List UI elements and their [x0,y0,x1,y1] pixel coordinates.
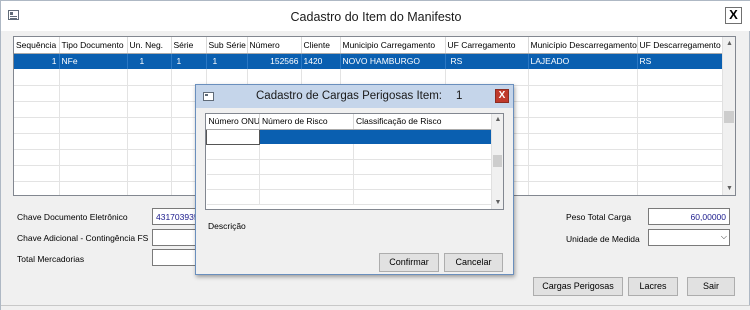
window-titlebar[interactable]: Cadastro do Item do Manifesto X [1,1,750,31]
table-row[interactable] [206,189,493,205]
scroll-up-arrow-icon[interactable]: ▲ [723,37,735,50]
dialog-item-number: 1 [456,90,463,102]
peso-total-label: Peso Total Carga [566,212,632,222]
column-header-sub-serie[interactable]: Sub Série [206,37,248,54]
column-header-uf-descarregamento[interactable]: UF Descarregamento [637,37,723,54]
cell-numero[interactable]: 152566 [247,53,302,69]
cell-un-neg[interactable]: 1 [127,53,172,69]
cell-municipio-carregamento[interactable]: NOVO HAMBURGO [340,53,446,69]
table-row[interactable] [206,128,493,145]
cell-serie[interactable]: 1 [171,53,207,69]
cell-sub-serie[interactable]: 1 [206,53,248,69]
column-header-serie[interactable]: Série [171,37,207,54]
cell-numero-risco[interactable] [259,129,354,144]
table-row[interactable] [206,159,493,175]
dialog-grid-vertical-scrollbar[interactable]: ▲ ▼ [491,114,503,209]
column-header-numero-risco[interactable]: Número de Risco [259,114,354,130]
table-row[interactable] [206,144,493,160]
sair-button[interactable]: Sair [687,277,735,296]
cargas-perigosas-button[interactable]: Cargas Perigosas [533,277,623,296]
cell-uf-descarregamento[interactable]: RS [637,53,723,69]
cell-cliente[interactable]: 1420 [301,53,341,69]
column-header-numero-onu[interactable]: Número ONU [206,114,260,130]
bottom-strip [1,305,750,310]
chevron-down-icon[interactable]: ⌵ [721,232,727,242]
scroll-down-arrow-icon[interactable]: ▼ [723,182,735,195]
window-title: Cadastro do Item do Manifesto [290,10,462,24]
window-close-button[interactable]: X [725,7,742,24]
cell-municipio-descarregamento[interactable]: LAJEADO [528,53,638,69]
dialog-close-button[interactable]: X [495,89,509,103]
total-mercadorias-label: Total Mercadorias [17,254,85,264]
cell-uf-carregamento[interactable]: RS [445,53,529,69]
column-header-tipo-documento[interactable]: Tipo Documento [59,37,128,54]
cell-sequencia[interactable]: 1 [14,53,60,69]
column-header-cliente[interactable]: Cliente [301,37,341,54]
column-header-un-neg[interactable]: Un. Neg. [127,37,172,54]
column-header-classificacao-risco[interactable]: Classificação de Risco [353,114,493,130]
scroll-up-arrow-icon[interactable]: ▲ [492,114,503,126]
cargas-perigosas-dialog: Cadastro de Cargas Perigosas Item: 1 X Nú… [195,84,514,275]
cancelar-button[interactable]: Cancelar [444,253,503,272]
column-header-municipio-descarregamento[interactable]: Município Descarregamento [528,37,638,54]
lacres-button[interactable]: Lacres [628,277,678,296]
column-header-numero[interactable]: Número [247,37,302,54]
cell-tipo-documento[interactable]: NFe [59,53,128,69]
descricao-label: Descrição [208,221,246,231]
scrollbar-thumb[interactable] [493,155,502,167]
chave-documento-label: Chave Documento Eletrônico [17,212,128,222]
confirmar-button[interactable]: Confirmar [379,253,439,272]
cell-classificacao-risco[interactable] [353,129,493,144]
scroll-down-arrow-icon[interactable]: ▼ [492,197,503,209]
grid-vertical-scrollbar[interactable]: ▲ ▼ [722,37,735,195]
dialog-title: Cadastro de Cargas Perigosas Item: 1 [256,90,462,102]
grid-header-row: Sequência Tipo Documento Un. Neg. Série … [14,37,723,54]
chave-adicional-label: Chave Adicional - Contingência FS [17,233,149,243]
unidade-medida-select[interactable]: ⌵ [648,229,730,246]
grid-header-row: Número ONU Número de Risco Classificação… [206,114,493,130]
table-row[interactable] [14,69,723,86]
column-header-sequencia[interactable]: Sequência [14,37,60,54]
table-row[interactable]: 1 NFe 1 1 1 152566 1420 NOVO HAMBURGO RS… [14,53,723,69]
table-row[interactable] [206,174,493,190]
peso-total-field[interactable]: 60,00000 [648,208,730,225]
form-window-icon [203,92,214,101]
column-header-uf-carregamento[interactable]: UF Carregamento [445,37,529,54]
numero-onu-edit-cell[interactable] [206,128,260,145]
cargas-perigosas-grid[interactable]: Número ONU Número de Risco Classificação… [205,113,504,210]
unidade-medida-label: Unidade de Medida [566,234,640,244]
scrollbar-thumb[interactable] [724,111,734,123]
dialog-titlebar[interactable]: Cadastro de Cargas Perigosas Item: 1 X [196,85,513,108]
dialog-title-text: Cadastro de Cargas Perigosas Item: [256,90,443,102]
column-header-municipio-carregamento[interactable]: Municipio Carregamento [340,37,446,54]
